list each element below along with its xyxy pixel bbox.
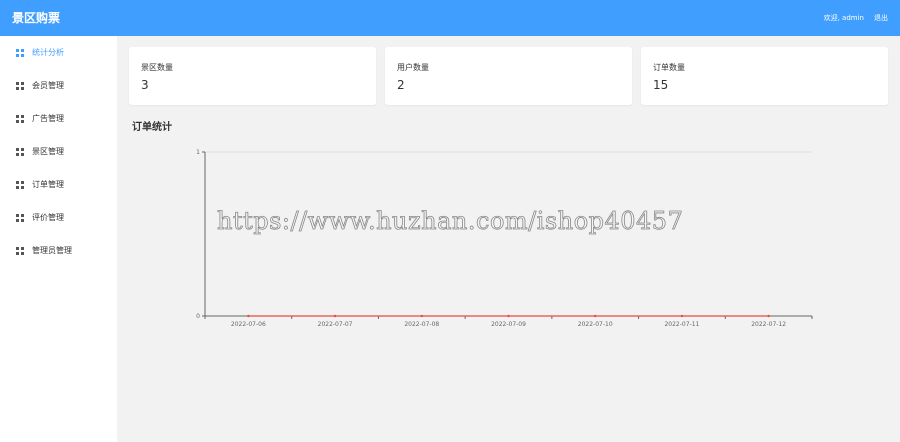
data-point [680, 314, 684, 318]
chart-svg: 0 1 2022-07-06 2022-07-07 2022-07-08 2022-07-… [196, 149, 813, 328]
card-label: 订单数量 [653, 63, 685, 72]
x-tick-label: 2022-07-11 [664, 321, 699, 328]
card-value: 2 [397, 78, 405, 92]
app-title: 景区购票 [12, 11, 61, 25]
welcome-text: 欢迎, admin [823, 14, 864, 22]
data-point [333, 314, 337, 318]
x-tick-label: 2022-07-06 [231, 321, 266, 328]
sidebar-item-scenic[interactable]: 景区管理 [0, 135, 117, 168]
sidebar-item-label: 会员管理 [32, 81, 64, 90]
grid-icon [16, 48, 24, 57]
grid-icon [16, 114, 24, 123]
data-point [594, 314, 597, 318]
header-user-area: 欢迎, admin 退出 [824, 13, 888, 23]
card-label: 用户数量 [397, 63, 429, 72]
grid-icon [16, 147, 24, 156]
grid-icon [16, 81, 24, 90]
x-tick-label: 2022-07-12 [751, 321, 786, 328]
card-value: 15 [653, 78, 669, 92]
data-point [247, 314, 250, 318]
scenic-count-card: 景区数量 3 [129, 47, 376, 105]
sidebar-item-label: 统计分析 [32, 48, 64, 57]
card-value: 3 [141, 78, 149, 92]
data-point [420, 314, 423, 318]
order-line-chart: 0 1 2022-07-06 2022-07-07 2022-07-08 2022-07-… [180, 140, 820, 340]
x-tick-label: 2022-07-09 [491, 321, 526, 328]
card-label: 景区数量 [141, 63, 173, 72]
order-count-card: 订单数量 15 [641, 47, 888, 105]
data-point [507, 314, 510, 318]
grid-icon [16, 246, 24, 255]
sidebar-item-label: 广告管理 [32, 114, 64, 123]
sidebar-item-members[interactable]: 会员管理 [0, 69, 117, 102]
sidebar-item-orders[interactable]: 订单管理 [0, 168, 117, 201]
user-count-card: 用户数量 2 [385, 47, 632, 105]
sidebar: 统计分析 会员管理 广告管理 景区管理 订单管理 评价管理 管理员管理 [0, 36, 117, 442]
y-tick-label: 1 [196, 149, 200, 156]
x-tick-label: 2022-07-10 [578, 321, 613, 328]
chart-section-title: 订单统计 [132, 122, 172, 133]
grid-icon [16, 180, 24, 189]
grid-icon [16, 213, 24, 222]
x-tick-label: 2022-07-08 [404, 321, 439, 328]
sidebar-item-admins[interactable]: 管理员管理 [0, 234, 117, 267]
x-tick-label: 2022-07-07 [318, 321, 353, 328]
sidebar-item-statistics[interactable]: 统计分析 [0, 36, 117, 69]
data-point [767, 314, 770, 318]
top-header: 景区购票 欢迎, admin 退出 [0, 0, 900, 36]
y-tick-label: 0 [196, 313, 200, 320]
sidebar-item-reviews[interactable]: 评价管理 [0, 201, 117, 234]
sidebar-item-label: 订单管理 [32, 180, 64, 189]
sidebar-item-label: 管理员管理 [32, 246, 72, 255]
sidebar-item-label: 评价管理 [32, 213, 64, 222]
sidebar-item-ads[interactable]: 广告管理 [0, 102, 117, 135]
sidebar-item-label: 景区管理 [32, 147, 64, 156]
logout-link[interactable]: 退出 [874, 13, 888, 23]
